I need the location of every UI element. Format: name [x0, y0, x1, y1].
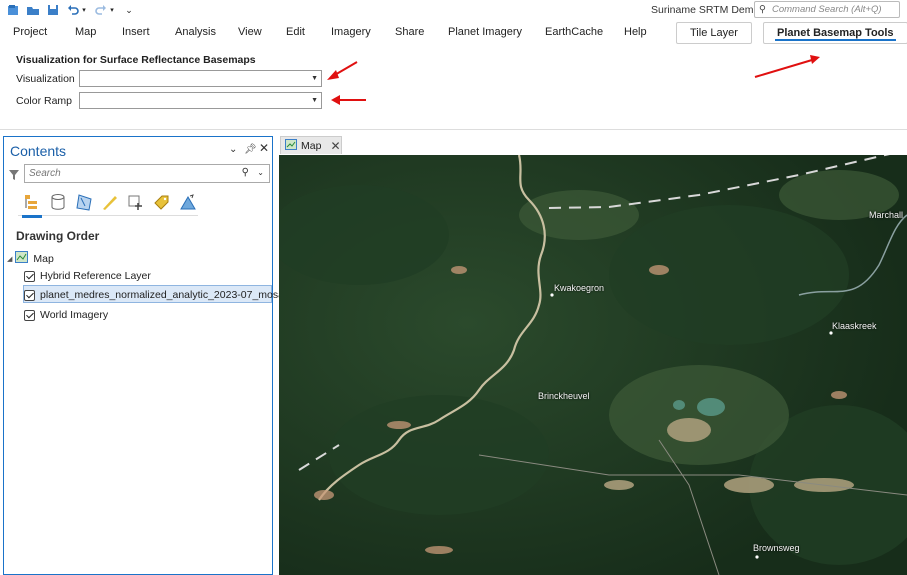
tab-planet-basemap-tools-label: Planet Basemap Tools [777, 27, 894, 39]
contents-pane: Contents ⌄ 📌︎ ✕ Search ⚲ ⌄ Drawing Order… [3, 136, 292, 575]
chevron-down-icon: ▼ [311, 75, 318, 82]
redo-dropdown-icon[interactable]: ▾ [108, 3, 116, 17]
drawing-order-heading: Drawing Order [16, 229, 100, 243]
ribbon-tabs: Project Map Insert Analysis View Edit Im… [0, 22, 907, 44]
tab-share[interactable]: Share [395, 26, 424, 38]
map-node-label: Map [33, 252, 54, 265]
redo-icon[interactable] [94, 3, 108, 17]
list-by-editing-icon[interactable] [100, 193, 120, 211]
close-icon[interactable]: ✕ [259, 141, 269, 155]
tab-analysis[interactable]: Analysis [175, 26, 216, 38]
pane-options-chevron-icon[interactable]: ⌄ [229, 144, 237, 155]
collapse-triangle-icon[interactable]: ◢ [7, 255, 12, 263]
chevron-down-icon: ▼ [311, 97, 318, 104]
customize-toolbar-icon[interactable]: ⌄ [122, 3, 136, 17]
place-label: Marchall [869, 210, 904, 220]
layer-visibility-checkbox[interactable] [24, 270, 35, 282]
search-icon: ⚲ [759, 4, 766, 15]
tab-insert[interactable]: Insert [122, 26, 150, 38]
project-title: Suriname SRTM Dem [651, 4, 754, 16]
list-by-snapping-icon[interactable] [126, 193, 146, 211]
tab-edit[interactable]: Edit [286, 26, 305, 38]
place-label: Kwakoegron [554, 283, 605, 293]
map-tab-label: Map [301, 139, 322, 152]
active-tab-underline [775, 39, 896, 41]
save-icon[interactable] [46, 3, 60, 17]
color-ramp-label: Color Ramp [16, 95, 73, 107]
layer-item[interactable]: World Imagery [24, 309, 108, 321]
visualization-label: Visualization [16, 73, 75, 85]
contents-title: Contents [10, 143, 67, 159]
list-by-drawing-order-icon[interactable] [22, 193, 42, 218]
layer-item-selected[interactable]: planet_medres_normalized_analytic_2023-0… [24, 289, 292, 301]
place-label: Klaaskreek [832, 321, 877, 331]
map-node[interactable]: ◢ Map [7, 251, 54, 266]
tab-tile-layer[interactable]: Tile Layer [676, 22, 752, 44]
tab-planet-basemap-tools[interactable]: Planet Basemap Tools [763, 22, 907, 44]
layer-name: World Imagery [40, 309, 109, 321]
contents-search-placeholder: Search [29, 168, 61, 179]
contents-view-toolbar [18, 190, 198, 218]
map-icon [285, 138, 297, 153]
chevron-down-icon[interactable]: ⌄ [257, 168, 264, 177]
place-label: Brinckheuvel [538, 391, 590, 401]
command-search-input[interactable]: ⚲ Command Search (Alt+Q) [754, 1, 900, 18]
list-by-selection-icon[interactable] [74, 193, 94, 211]
color-ramp-dropdown[interactable]: ▼ [79, 92, 322, 109]
contents-search-input[interactable]: Search ⚲ ⌄ [24, 164, 270, 183]
tab-imagery[interactable]: Imagery [331, 26, 371, 38]
tab-map[interactable]: Map [75, 26, 96, 38]
map-icon [15, 251, 29, 266]
list-by-labeling-icon[interactable] [152, 193, 172, 211]
tab-planet-imagery[interactable]: Planet Imagery [448, 26, 522, 38]
open-folder-icon[interactable] [26, 3, 40, 17]
layer-item[interactable]: Hybrid Reference Layer [24, 270, 151, 282]
list-by-data-source-icon[interactable] [48, 193, 68, 211]
tab-view[interactable]: View [238, 26, 262, 38]
layer-visibility-checkbox[interactable] [24, 309, 35, 321]
undo-icon[interactable] [66, 3, 80, 17]
command-search-placeholder: Command Search (Alt+Q) [771, 4, 882, 15]
tab-help[interactable]: Help [624, 26, 647, 38]
pin-icon[interactable]: 📌︎ [244, 144, 257, 155]
search-icon[interactable]: ⚲ [242, 167, 249, 178]
ribbon-group-title: Visualization for Surface Reflectance Ba… [16, 54, 256, 66]
layer-visibility-checkbox[interactable] [24, 289, 35, 301]
quick-access-toolbar: ▾ ▾ ⌄ Suriname SRTM Dem ⚲ Command Search… [0, 0, 907, 20]
filter-icon[interactable] [8, 169, 20, 184]
list-by-perspective-imagery-icon[interactable] [178, 193, 198, 211]
ribbon-panel: Visualization for Surface Reflectance Ba… [0, 48, 907, 130]
tab-earthcache[interactable]: EarthCache [545, 26, 603, 38]
close-icon[interactable]: ✕ [330, 139, 340, 153]
visualization-dropdown[interactable]: ▼ [79, 70, 322, 87]
place-label: Brownsweg [753, 543, 800, 553]
undo-dropdown-icon[interactable]: ▾ [80, 3, 88, 17]
layer-name: Hybrid Reference Layer [40, 270, 151, 282]
new-project-icon[interactable] [6, 3, 20, 17]
map-view-tab[interactable]: Map ✕ [280, 136, 342, 154]
map-canvas[interactable]: Kwakoegron Marchall Klaaskreek Brinckheu… [279, 155, 907, 575]
layer-name: planet_medres_normalized_analytic_2023-0… [40, 289, 292, 301]
tab-project[interactable]: Project [13, 26, 47, 38]
satellite-imagery [279, 155, 907, 575]
